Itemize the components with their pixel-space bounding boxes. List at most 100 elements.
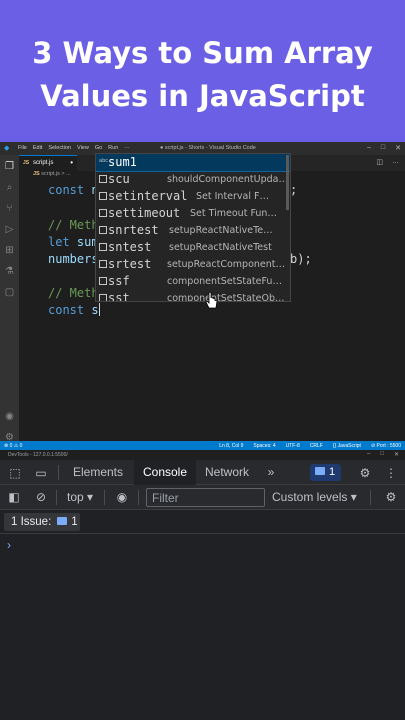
tab-label: script.js	[33, 160, 54, 166]
menu-go[interactable]: Go	[95, 145, 102, 151]
suggestion-item[interactable]: sst componentSetStateOb…	[96, 290, 290, 302]
snippet-icon	[99, 175, 107, 183]
log-levels-label: Custom levels	[272, 490, 348, 504]
tab-console[interactable]: Console	[134, 460, 196, 485]
device-toolbar-icon[interactable]: ▭	[34, 466, 48, 480]
minimize-icon[interactable]: –	[367, 451, 370, 458]
suggestion-label: ssf	[108, 274, 130, 288]
remote-explorer-icon[interactable]: ▢	[4, 287, 15, 298]
indentation[interactable]: Spaces: 4	[253, 443, 275, 449]
inspect-element-icon[interactable]: ⬚	[8, 466, 22, 480]
close-icon[interactable]: ✕	[394, 451, 399, 458]
maximize-icon[interactable]: □	[380, 451, 384, 458]
issues-counter-button[interactable]: 1	[310, 464, 341, 481]
encoding[interactable]: UTF-8	[286, 443, 300, 449]
language-mode[interactable]: {} JavaScript	[333, 443, 361, 449]
code-keyword: const	[48, 303, 85, 317]
line-ending[interactable]: CRLF	[310, 443, 323, 449]
devtools-tab-bar: ⬚ ▭ Elements Console Network » 1 ⚙ ⋮	[0, 460, 405, 485]
clear-console-icon[interactable]: ⊘	[34, 490, 48, 504]
video-title-banner: 3 Ways to Sum Array Values in JavaScript	[0, 0, 405, 142]
show-sidebar-icon[interactable]: ◧	[7, 490, 21, 504]
suggestion-label: sntest	[108, 240, 152, 254]
menu-view[interactable]: View	[77, 145, 89, 151]
account-icon[interactable]: ◉	[4, 411, 15, 422]
issues-bar: 1 Issue: 1	[0, 510, 405, 534]
video-title-line-1: 3 Ways to Sum Array	[32, 36, 373, 70]
maximize-icon[interactable]: □	[381, 144, 385, 152]
suggestion-detail: Set Interval F…	[196, 191, 269, 202]
cursor-position[interactable]: Ln 8, Col 9	[219, 443, 243, 449]
tab-network[interactable]: Network	[196, 460, 258, 485]
suggestion-detail: componentSetStateOb…	[167, 293, 285, 302]
more-tabs-icon[interactable]: »	[258, 460, 284, 485]
settings-gear-icon[interactable]: ⚙	[358, 466, 372, 480]
tab-elements[interactable]: Elements	[62, 460, 134, 485]
suggestion-item[interactable]: setinterval Set Interval F…	[96, 188, 290, 205]
window-title: ● script.js - Shorts - Visual Studio Cod…	[160, 145, 256, 151]
status-bar: ⊗ 0 ⚠ 0 Ln 8, Col 9 Spaces: 4 UTF-8 CRLF…	[0, 441, 405, 450]
close-icon[interactable]: ✕	[395, 144, 401, 152]
suggestions-scrollbar[interactable]	[286, 155, 289, 210]
breadcrumb-path[interactable]: script.js > ...	[41, 171, 71, 177]
extensions-icon[interactable]: ⊞	[4, 245, 15, 256]
menu-edit[interactable]: Edit	[33, 145, 42, 151]
issues-link[interactable]: 1 Issue: 1	[4, 513, 80, 531]
split-editor-icon[interactable]: ◫	[376, 158, 383, 166]
snippet-icon	[99, 243, 107, 251]
context-selector[interactable]: top ▾	[67, 490, 93, 504]
javascript-file-icon: JS	[33, 171, 40, 177]
suggestion-label: sum1	[108, 155, 137, 169]
suggestion-detail: setupReactNativeTest	[169, 242, 272, 253]
suggestion-label: sst	[108, 291, 130, 302]
explorer-icon[interactable]: ❐	[4, 161, 15, 172]
filter-input[interactable]: Filter	[146, 488, 265, 507]
suggestion-detail: Set Timeout Fun…	[190, 208, 277, 219]
problems-status[interactable]: ⊗ 0 ⚠ 0	[4, 443, 22, 449]
text-cursor	[98, 303, 100, 316]
minimize-icon[interactable]: –	[367, 144, 371, 152]
log-levels-dropdown[interactable]: Custom levels ▾	[272, 490, 357, 504]
run-debug-icon[interactable]: ▷	[4, 224, 15, 235]
code-line-5: // Meth	[48, 286, 99, 300]
tab-script-js[interactable]: JS script.js •	[19, 155, 77, 171]
code-punctuation: ;	[290, 183, 298, 197]
devtools-window-controls: – □ ✕	[367, 451, 399, 458]
more-options-icon[interactable]: ⋮	[384, 466, 398, 480]
suggestion-item[interactable]: abc sum1	[96, 154, 290, 172]
devtools-panel: DevTools - 127.0.0.1:5500/ – □ ✕ ⬚ ▭ Ele…	[0, 450, 405, 720]
menu-file[interactable]: File	[18, 145, 27, 151]
menu-run[interactable]: Run	[108, 145, 118, 151]
suggestion-item[interactable]: ssf componentSetStateFu…	[96, 273, 290, 290]
unsaved-dot-icon[interactable]: •	[70, 158, 73, 167]
suggestion-label: snrtest	[108, 223, 159, 237]
suggestion-item[interactable]: srtest setupReactComponent…	[96, 256, 290, 273]
message-icon	[57, 517, 68, 525]
autocomplete-suggestions: abc sum1 scu shouldComponentUpda… setint…	[95, 153, 291, 302]
suggestion-item[interactable]: sntest setupReactNativeTest	[96, 239, 290, 256]
console-settings-gear-icon[interactable]: ⚙	[384, 490, 398, 504]
context-selector-label: top	[67, 490, 84, 504]
suggestion-detail: shouldComponentUpda…	[167, 174, 288, 185]
suggestion-detail: setupReactComponent…	[167, 259, 286, 270]
toolbar-divider	[58, 465, 59, 480]
suggestion-item[interactable]: snrtest setupReactNativeTe…	[96, 222, 290, 239]
console-output[interactable]: ›	[0, 534, 405, 720]
toolbar-divider	[56, 490, 57, 505]
source-control-icon[interactable]: ⑂	[4, 203, 15, 214]
breadcrumb: JS script.js > ...	[19, 171, 71, 181]
more-actions-icon[interactable]: …	[392, 158, 399, 166]
search-icon[interactable]: ⌕	[4, 182, 15, 193]
testing-icon[interactable]: ⚗	[4, 266, 15, 277]
menu-selection[interactable]: Selection	[48, 145, 71, 151]
console-prompt-icon: ›	[7, 538, 11, 552]
suggestion-label: setinterval	[108, 189, 188, 203]
menu-more[interactable]: ···	[124, 145, 130, 151]
suggestion-item[interactable]: scu shouldComponentUpda…	[96, 171, 290, 188]
suggestion-item[interactable]: settimeout Set Timeout Fun…	[96, 205, 290, 222]
live-server-port[interactable]: ⊘ Port : 5500	[371, 443, 401, 449]
eye-icon[interactable]: ◉	[115, 490, 129, 504]
message-icon	[315, 467, 325, 475]
issues-chip-count: 1	[71, 516, 78, 528]
vscode-menu-bar: File Edit Selection View Go Run ···	[18, 145, 130, 151]
